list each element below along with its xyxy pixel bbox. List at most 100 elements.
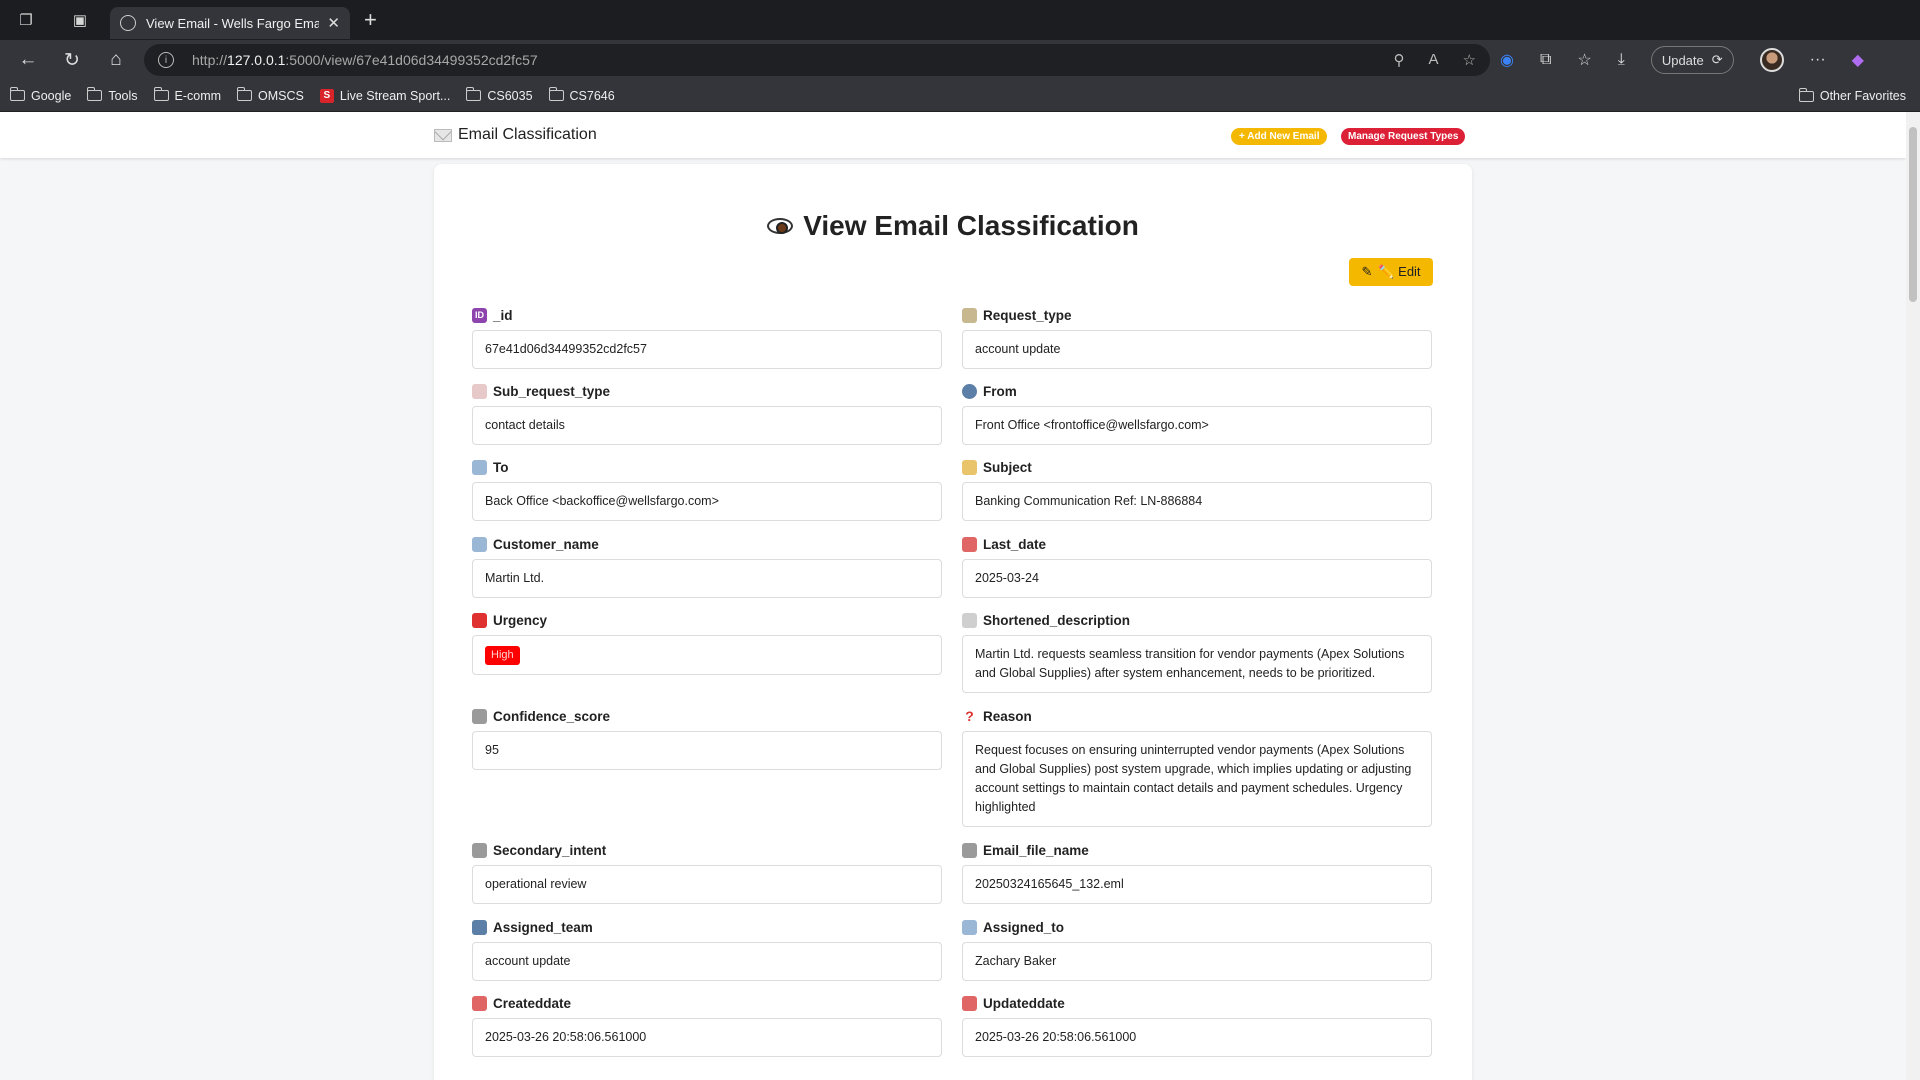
- paperclip-icon: [472, 842, 487, 858]
- id-value: 67e41d06d34499352cd2fc57: [472, 330, 942, 369]
- page-scrollbar[interactable]: [1906, 112, 1920, 1080]
- last-date-value: 2025-03-24: [962, 559, 1432, 598]
- field-urgency: Urgency High: [472, 611, 942, 675]
- folder-icon: [10, 87, 25, 101]
- createddate-value: 2025-03-26 20:58:06.561000: [472, 1018, 942, 1057]
- edit-button[interactable]: ✎ ✏️ Edit: [1349, 258, 1433, 286]
- home-icon[interactable]: ⌂: [94, 40, 138, 80]
- profile-avatar[interactable]: [1759, 48, 1784, 72]
- browser-tab[interactable]: View Email - Wells Fargo Email ✕: [110, 7, 350, 39]
- id-icon: ID: [472, 307, 487, 323]
- read-aloud-icon[interactable]: A: [1429, 51, 1439, 69]
- bookmark-ecomm[interactable]: E-comm: [153, 87, 221, 103]
- document-icon: [962, 612, 977, 628]
- url-prefix: http://: [192, 52, 228, 68]
- more-options-icon[interactable]: ···: [1810, 51, 1826, 69]
- assigned-to-value: Zachary Baker: [962, 942, 1432, 981]
- folder-icon: [548, 87, 564, 101]
- browser-titlebar: ❐ ▣ View Email - Wells Fargo Email ✕ +: [0, 0, 1920, 40]
- folder-icon: [87, 87, 103, 101]
- extensions-icon[interactable]: ⧉: [1540, 51, 1551, 69]
- folder-icon: [1798, 87, 1814, 102]
- folder-icon: [237, 87, 253, 101]
- field-from: From Front Office <frontoffice@wellsfarg…: [962, 382, 1432, 445]
- copilot-icon[interactable]: ◆: [1852, 50, 1864, 70]
- subject-value: Banking Communication Ref: LN-886884: [962, 482, 1432, 521]
- page-viewport: Email Classification + Add New Email Man…: [0, 112, 1920, 1080]
- downloads-icon[interactable]: ⤓: [1618, 51, 1625, 69]
- id-card-icon: [472, 536, 487, 552]
- brand[interactable]: Email Classification: [434, 126, 597, 144]
- request-type-value: account update: [962, 330, 1432, 369]
- workspaces-icon[interactable]: ❐: [6, 0, 46, 40]
- update-button[interactable]: Update ⟳: [1650, 46, 1734, 74]
- person-icon: [962, 383, 977, 399]
- bookmark-omscs[interactable]: OMSCS: [237, 87, 304, 103]
- field-assigned-team: Assigned_team account update: [472, 918, 942, 981]
- globe-icon: [120, 15, 136, 31]
- favorites-icon[interactable]: ☆: [1577, 50, 1591, 70]
- other-favorites[interactable]: Other Favorites: [1798, 80, 1906, 112]
- app-navbar: Email Classification + Add New Email Man…: [0, 112, 1906, 158]
- id-card-icon: [962, 919, 977, 935]
- field-updateddate: Updateddate 2025-03-26 20:58:06.561000: [962, 994, 1432, 1057]
- details-card: View Email Classification ✎ ✏️ Edit ID _i…: [434, 164, 1472, 1080]
- add-new-email-button[interactable]: + Add New Email: [1231, 128, 1328, 145]
- field-reason: ? Reason Request focuses on ensuring unin…: [962, 707, 1432, 827]
- calendar-icon: [962, 995, 977, 1011]
- tab-title: View Email - Wells Fargo Email: [146, 15, 320, 31]
- question-mark-icon: ?: [965, 708, 974, 724]
- field-createddate: Createddate 2025-03-26 20:58:06.561000: [472, 994, 942, 1057]
- update-icon: ⟳: [1711, 52, 1723, 67]
- ledger-icon: [962, 307, 977, 323]
- site-info-icon[interactable]: i: [158, 52, 174, 68]
- new-tab-icon[interactable]: +: [364, 7, 377, 33]
- reason-value: Request focuses on ensuring uninterrupte…: [962, 731, 1432, 827]
- eye-icon: [767, 218, 794, 234]
- close-tab-icon[interactable]: ✕: [327, 14, 340, 32]
- extension-shield-icon[interactable]: ◉: [1500, 50, 1514, 70]
- page-title-text: View Email Classification: [803, 210, 1139, 241]
- field-assigned-to: Assigned_to Zachary Baker: [962, 918, 1432, 981]
- field-last-date: Last_date 2025-03-24: [962, 535, 1432, 598]
- customer-name-value: Martin Ltd.: [472, 559, 942, 598]
- to-value: Back Office <backoffice@wellsfargo.com>: [472, 482, 942, 521]
- folder-icon: [153, 87, 169, 101]
- page-title: View Email Classification: [434, 210, 1472, 242]
- address-bar[interactable]: i http://127.0.0.1:5000/view/67e41d06d34…: [144, 44, 1490, 76]
- field-confidence-score: Confidence_score 95: [472, 707, 942, 770]
- browser-toolbar: ← ↻ ⌂ i http://127.0.0.1:5000/view/67e41…: [0, 40, 1920, 80]
- field-sub-request-type: Sub_request_type contact details: [472, 382, 942, 445]
- paperclip-icon: [472, 708, 487, 724]
- bookmark-cs7646[interactable]: CS7646: [548, 87, 615, 103]
- bookmark-live-stream[interactable]: S Live Stream Sport...: [319, 88, 450, 103]
- zoom-icon[interactable]: ⚲: [1394, 51, 1405, 69]
- favorite-star-icon[interactable]: ☆: [1463, 51, 1476, 69]
- secondary-intent-value: operational review: [472, 865, 942, 904]
- memo-icon: [962, 459, 977, 475]
- field-request-type: Request_type account update: [962, 306, 1432, 369]
- updateddate-value: 2025-03-26 20:58:06.561000: [962, 1018, 1432, 1057]
- field-email-file-name: Email_file_name 20250324165645_132.eml: [962, 841, 1432, 904]
- tag-icon: [472, 383, 487, 399]
- siren-icon: [472, 612, 487, 628]
- urgency-badge: High: [485, 646, 520, 665]
- field-subject: Subject Banking Communication Ref: LN-88…: [962, 458, 1432, 521]
- calendar-icon: [962, 536, 977, 552]
- url-host: 127.0.0.1: [227, 52, 286, 68]
- bookmark-cs6035[interactable]: CS6035: [466, 87, 533, 103]
- manage-request-types-button[interactable]: Manage Request Types: [1341, 128, 1466, 145]
- field-secondary-intent: Secondary_intent operational review: [472, 841, 942, 904]
- folder-icon: [466, 87, 482, 101]
- scrollbar-thumb[interactable]: [1909, 127, 1917, 302]
- bookmark-tools[interactable]: Tools: [87, 87, 138, 103]
- tab-actions-icon[interactable]: ▣: [60, 0, 100, 40]
- refresh-icon[interactable]: ↻: [50, 40, 94, 80]
- field-customer-name: Customer_name Martin Ltd.: [472, 535, 942, 598]
- back-icon[interactable]: ←: [6, 40, 50, 80]
- confidence-score-value: 95: [472, 731, 942, 770]
- bookmark-google[interactable]: Google: [10, 87, 71, 103]
- people-icon: [472, 919, 487, 935]
- site-s-icon: S: [319, 88, 334, 103]
- pencil-icon: ✎: [1361, 264, 1373, 279]
